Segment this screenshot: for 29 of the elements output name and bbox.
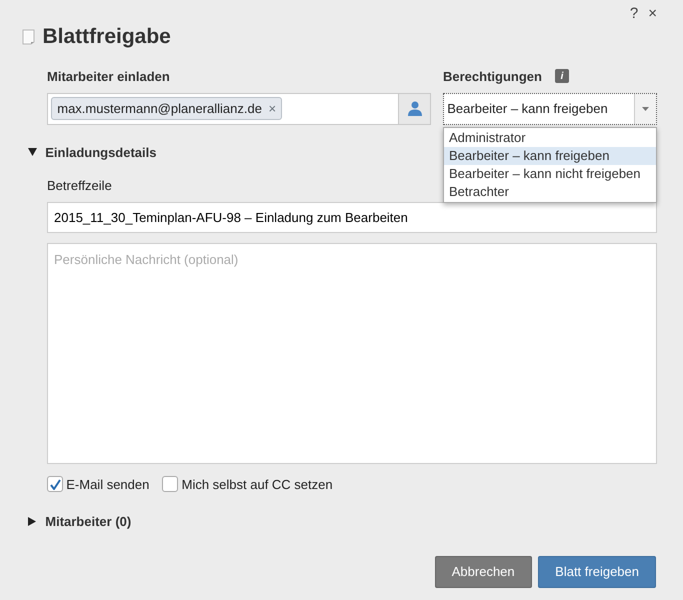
checkbox-label: Mich selbst auf CC setzen — [182, 476, 333, 494]
caret-icon — [642, 106, 649, 110]
dialog-title: Blattfreigabe — [42, 24, 171, 50]
info-icon[interactable]: i — [554, 69, 569, 84]
section-heading[interactable]: Einladungsdetails — [45, 142, 156, 162]
subject-field[interactable]: 2015_11_30_Teminplan-AFU-98 – Einladung zum Bearbeiten — [47, 202, 657, 232]
checkbox-label: E-Mail senden — [66, 476, 150, 494]
remove-button[interactable]: × — [268, 100, 276, 116]
dropdown-option[interactable]: Administrator — [444, 128, 656, 146]
checkbox[interactable] — [47, 476, 63, 492]
invite-field[interactable]: max.mustermann@planerallianz.de × — [47, 92, 431, 124]
field-label: Berechtigungen — [443, 68, 542, 86]
dropdown-option[interactable]: Bearbeiter – kann nicht freigeben — [444, 164, 656, 182]
close-button[interactable]: × — [648, 6, 657, 21]
share-button[interactable]: Blatt freigeben — [538, 556, 656, 588]
dropdown-option[interactable]: Betrachter — [444, 182, 656, 200]
cancel-button[interactable]: Abbrechen — [434, 556, 532, 588]
help-button[interactable]: ? — [630, 6, 638, 21]
section-heading[interactable]: Mitarbeiter (0) — [45, 512, 132, 532]
message-field[interactable]: Persönliche Nachricht (optional) — [47, 242, 657, 464]
checkbox[interactable] — [162, 476, 178, 492]
contacts-button[interactable] — [398, 94, 430, 124]
page-icon — [22, 28, 36, 45]
field-label: Mitarbeiter einladen — [47, 68, 171, 86]
permission-select[interactable]: Bearbeiter – kann freigeben — [443, 92, 657, 124]
field-label: Betreffzeile — [47, 177, 112, 195]
person-icon — [408, 101, 422, 116]
dropdown-option[interactable]: Bearbeiter – kann freigeben — [444, 146, 656, 164]
email-token: max.mustermann@planerallianz.de × — [51, 96, 282, 120]
